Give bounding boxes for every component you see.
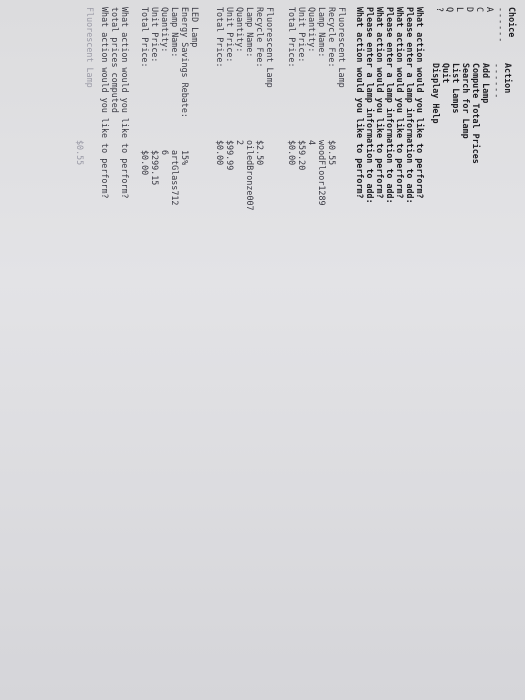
lamp-field-value: 15% — [180, 150, 190, 166]
lamp-field-label: Quantity: — [307, 7, 317, 53]
status-line: total prices computed — [110, 7, 120, 113]
prompt-line: What action would you like to perform? — [395, 7, 405, 199]
lamp-field-label: Energy Savings Rebate: — [180, 7, 190, 118]
menu-key-quit: Q — [445, 7, 455, 13]
menu-label-add: Add Lamp — [481, 63, 491, 104]
prompt-line: What action would you like to perform? — [120, 7, 130, 199]
lamp-type: Fluorescent Lamp — [85, 7, 95, 88]
lamp-field-value: woodFloor1289 — [317, 140, 327, 206]
menu-label-quit: Quit — [441, 63, 451, 84]
lamp-field-label: Quantity: — [235, 7, 245, 53]
prompt-line: What action would you like to perform? — [100, 7, 110, 199]
lamp-field-label: Lamp Name: — [245, 7, 255, 58]
lamp-field-value: 2 — [235, 140, 245, 146]
lamp-field-label: Recycle Fee: — [327, 7, 337, 68]
lamp-field-value: $299.15 — [150, 150, 160, 186]
lamp-field-label: Lamp Name: — [317, 7, 327, 58]
console-output: Choice Action ------ ------ A Add Lamp C… — [0, 0, 525, 700]
lamp-field-label: Recycle Fee: — [255, 7, 265, 68]
menu-key-help: ? — [435, 7, 445, 13]
lamp-field-value: oiledBronze007 — [245, 140, 255, 211]
lamp-field-value: 6 — [160, 150, 170, 156]
lamp-field-value: $0.00 — [215, 140, 225, 166]
prompt-line: Please enter a lamp information to add: — [385, 7, 395, 204]
lamp-field-label: Unit Price: — [225, 7, 235, 63]
prompt-line: Please enter a lamp information to add: — [365, 7, 375, 204]
lamp-field-value: $0.55 — [327, 140, 337, 166]
action-separator: ------ — [492, 63, 502, 100]
lamp-field-label: Total Price: — [287, 7, 297, 68]
prompt-line: Please enter a lamp information to add: — [405, 7, 415, 204]
prompt-line: What action would you like to perform? — [375, 7, 385, 199]
choice-header: Choice — [507, 7, 517, 38]
lamp-field-value: $0.00 — [140, 150, 150, 176]
lamp-field-label: Total Price: — [215, 7, 225, 68]
lamp-field-value: $59.20 — [297, 140, 307, 171]
lamp-field-label: Unit Price: — [297, 7, 307, 63]
action-header: Action — [503, 63, 513, 94]
lamp-field-value: $99.99 — [225, 140, 235, 171]
menu-key-compute: C — [475, 7, 485, 13]
menu-label-compute: Compute Total Prices — [471, 63, 481, 164]
lamp-field-value: $0.55 — [75, 140, 85, 166]
lamp-field-label: Total Price: — [140, 7, 150, 68]
menu-label-search: Search for Lamp — [461, 63, 471, 139]
choice-separator: ------ — [496, 7, 506, 44]
lamp-field-value: $0.00 — [287, 140, 297, 166]
lamp-type: Fluorescent Lamp — [337, 7, 347, 88]
menu-label-help: Display Help — [431, 63, 441, 124]
lamp-field-value: $2.50 — [255, 140, 265, 166]
menu-key-search: D — [465, 7, 475, 13]
lamp-field-value: artGlass712 — [170, 150, 180, 206]
lamp-field-label: Lamp Name: — [170, 7, 180, 58]
menu-label-list: List Lamps — [451, 63, 461, 114]
menu-key-add: A — [485, 7, 495, 13]
prompt-line: What action would you like to perform? — [355, 7, 365, 199]
lamp-field-value: 4 — [307, 140, 317, 146]
lamp-field-label: Unit Price: — [150, 7, 160, 63]
menu-key-list: L — [455, 7, 465, 13]
prompt-line: What action would you like to perform? — [415, 7, 425, 199]
lamp-field-label: Quantity: — [160, 7, 170, 53]
lamp-type: Fluorescent Lamp — [265, 7, 275, 88]
lamp-type: LED Lamp — [190, 7, 200, 48]
